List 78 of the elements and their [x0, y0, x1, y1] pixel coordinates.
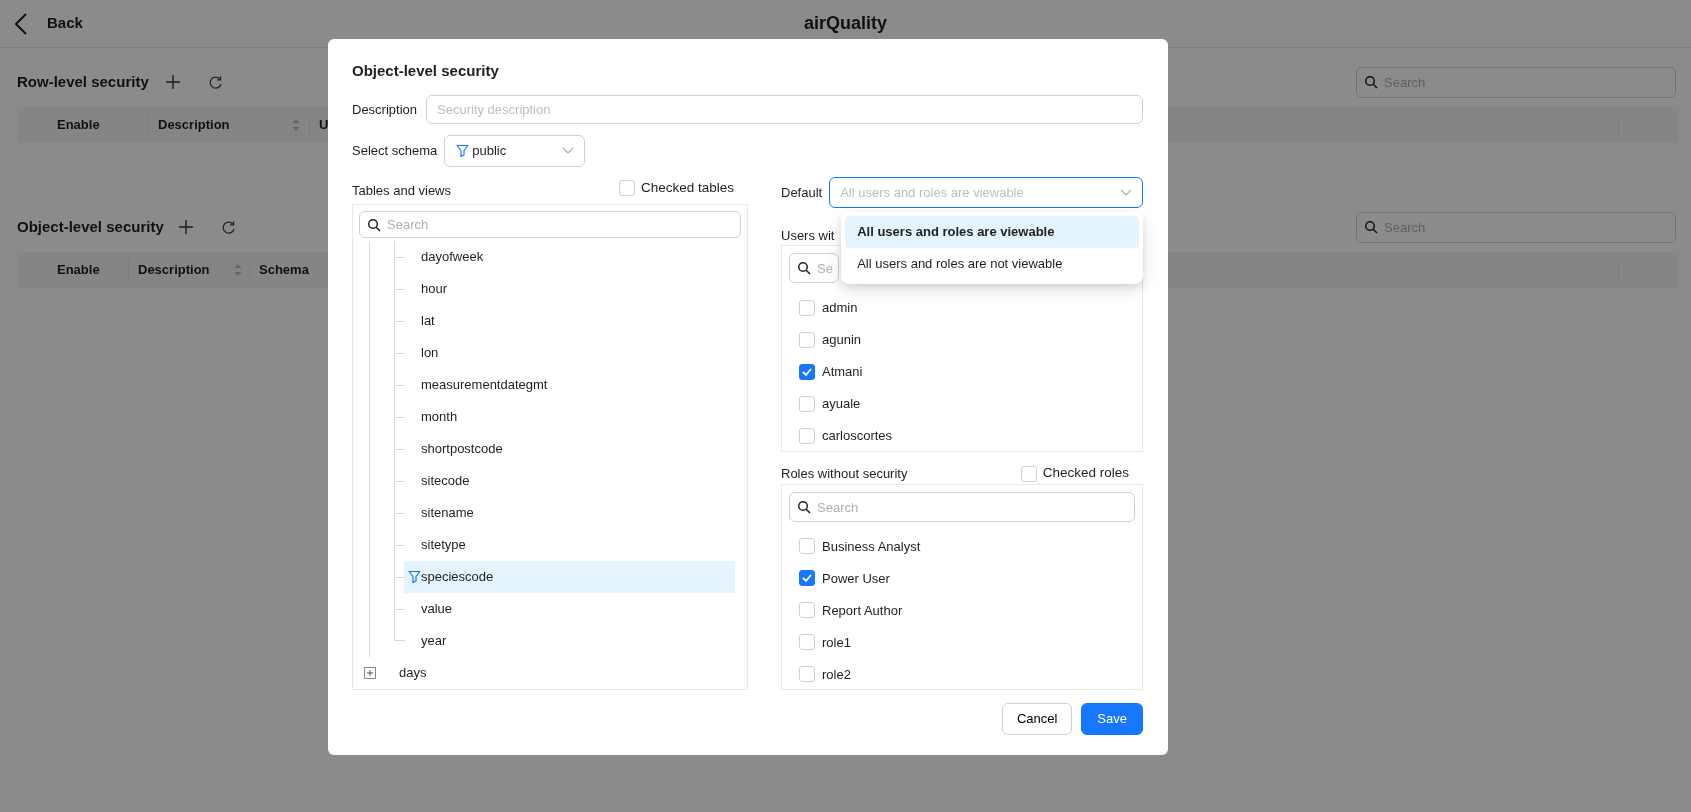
funnel-icon: [408, 570, 421, 584]
column-header[interactable]: Description: [158, 115, 230, 135]
tree-item[interactable]: hour: [404, 273, 735, 305]
panel-label: Roles without security: [781, 464, 908, 483]
tree-item[interactable]: measurementdategmt: [404, 369, 735, 401]
select-placeholder: All users and roles are viewable: [840, 183, 1025, 202]
tree-item[interactable]: year: [404, 625, 735, 657]
tree-item[interactable]: speciescode: [404, 561, 735, 593]
dropdown-option[interactable]: All users and roles are not viewable: [845, 248, 1139, 280]
save-button[interactable]: Save: [1081, 703, 1143, 735]
field-label: Default: [781, 183, 823, 202]
checkbox-label: admin: [822, 299, 858, 318]
page-title: airQuality: [804, 12, 887, 35]
field-label: Description: [352, 100, 418, 119]
funnel-icon: [456, 144, 470, 158]
checkbox[interactable]: [799, 570, 815, 587]
panel-label: Users wit: [781, 227, 835, 245]
dialog-title: Object-level security: [352, 61, 500, 81]
tree-item[interactable]: sitecode: [404, 465, 735, 497]
tree-item[interactable]: sitetype: [404, 529, 735, 561]
tree-item[interactable]: lat: [404, 305, 735, 337]
chevron-down-icon: [1120, 188, 1132, 197]
chevron-down-icon: [562, 147, 575, 155]
refresh-icon: [207, 74, 223, 90]
description-field[interactable]: Security description: [426, 95, 1143, 124]
checkbox-label: agunin: [822, 331, 862, 350]
tree-item[interactable]: month: [404, 401, 735, 433]
refresh-button[interactable]: [220, 219, 236, 235]
tree-item[interactable]: lon: [404, 337, 735, 369]
search-icon: [1364, 220, 1378, 234]
search-field[interactable]: Search: [789, 492, 1135, 523]
check-icon: [801, 572, 813, 585]
search-icon: [797, 500, 811, 515]
checkbox-label: Checked roles: [1042, 464, 1129, 483]
column-header[interactable]: U: [319, 115, 329, 135]
check-icon: [801, 366, 813, 378]
cancel-button[interactable]: Cancel: [1001, 703, 1073, 735]
plus-icon: [164, 74, 181, 90]
tree-item[interactable]: dayofweek: [404, 241, 735, 273]
section-title: Row-level security: [17, 71, 149, 92]
field-label: Select schema: [352, 142, 438, 161]
sort-icon: [292, 119, 300, 131]
sort-icon: [234, 264, 242, 276]
tree-item[interactable]: value: [404, 593, 735, 625]
search-icon: [367, 217, 381, 232]
column-header[interactable]: Description: [138, 260, 210, 280]
dropdown-option[interactable]: All users and roles are viewable: [845, 216, 1139, 248]
expand-icon[interactable]: [364, 667, 376, 679]
column-header[interactable]: Enable: [57, 115, 100, 135]
add-button[interactable]: [177, 219, 194, 235]
back-chevron-icon: [13, 11, 29, 36]
checkbox-label: Business Analyst: [822, 537, 921, 556]
checkbox[interactable]: [799, 364, 815, 380]
checkbox-label: role2: [822, 665, 851, 684]
column-header[interactable]: Enable: [57, 260, 100, 280]
panel-label: Tables and views: [352, 181, 451, 200]
section-title: Object-level security: [17, 216, 164, 237]
column-header[interactable]: Schema: [259, 260, 309, 280]
checkbox-label: carloscortes: [822, 427, 893, 446]
schema-select[interactable]: public: [444, 135, 586, 167]
search-field[interactable]: Se: [789, 253, 839, 283]
tree-item[interactable]: days: [399, 663, 427, 683]
refresh-button[interactable]: [207, 74, 223, 90]
checkbox-label: role1: [822, 633, 851, 652]
checkbox-label: Power User: [822, 569, 890, 588]
search-icon: [1364, 75, 1378, 89]
search-icon: [797, 261, 811, 275]
add-button[interactable]: [164, 74, 181, 90]
checkbox-label: Report Author: [822, 601, 903, 620]
plus-icon: [177, 219, 194, 235]
search-field[interactable]: Search: [359, 211, 741, 238]
checkbox-label: Atmani: [822, 363, 863, 382]
tree-item[interactable]: sitename: [404, 497, 735, 529]
checkbox-label: ayuale: [822, 395, 861, 414]
refresh-icon: [220, 219, 236, 235]
tree-item[interactable]: shortpostcode: [404, 433, 735, 465]
checkbox-label: Checked tables: [640, 178, 734, 197]
back-link[interactable]: Back: [13, 11, 83, 36]
